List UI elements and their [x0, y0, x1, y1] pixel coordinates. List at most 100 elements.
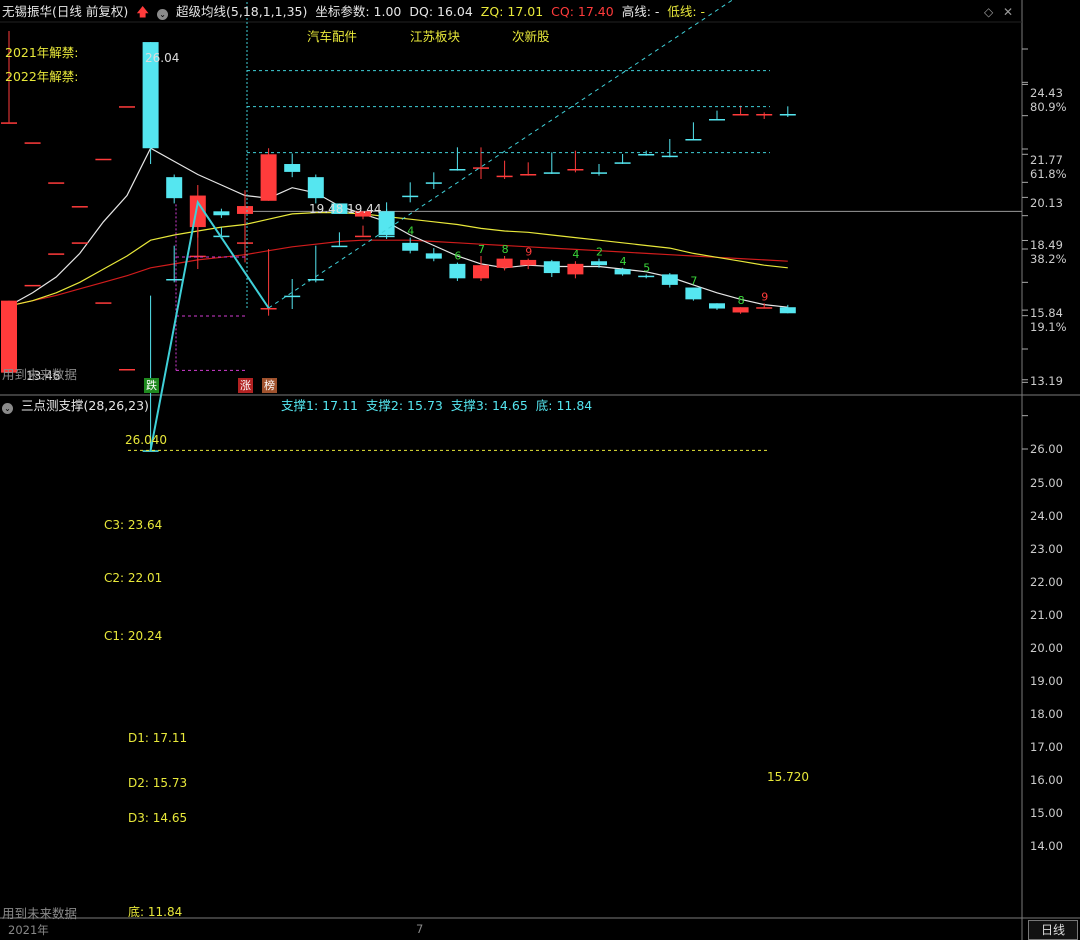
- sub-candle: [496, 175, 513, 178]
- sub-axis-label: 23.00: [1030, 542, 1063, 556]
- future-data-warning: 用到未来数据: [2, 367, 78, 382]
- sub-axis-label: 18.00: [1030, 707, 1063, 721]
- d2-label: D2: 15.73: [128, 776, 188, 790]
- tag-rise[interactable]: 涨: [238, 378, 253, 393]
- main-header: 无锡振华(日线 前复权) 🡅 ⌄ 超级均线(5,18,1,1,35) 坐标参数:…: [2, 1, 709, 23]
- main-candle: [95, 158, 112, 161]
- top-level-label: 26.040: [125, 433, 167, 447]
- sub-indicator-name[interactable]: 三点测支撑(28,26,23): [21, 398, 149, 413]
- sub-candle: [756, 114, 773, 116]
- main-candle: [402, 242, 419, 251]
- main-candle: [685, 287, 702, 300]
- main-candle: [425, 253, 442, 259]
- high-price-label: 26.04: [145, 51, 180, 65]
- axis-label: 18.49: [1030, 238, 1063, 252]
- sub-candle: [95, 302, 112, 304]
- axis-label: 13.19: [1030, 374, 1063, 388]
- sub-candle: [189, 255, 206, 258]
- daily-tab[interactable]: 日线: [1028, 920, 1078, 940]
- coord-param: 坐标参数: 1.00: [315, 4, 402, 19]
- last-price-label: 15.720: [767, 770, 809, 784]
- sub-candle: [614, 162, 631, 164]
- close-icon[interactable]: ✕: [1003, 5, 1013, 19]
- sub-candle: [119, 369, 135, 371]
- main-candle: [449, 263, 466, 279]
- sub-candle: [260, 308, 277, 310]
- sub-axis-label: 14.00: [1030, 839, 1063, 853]
- sector-new-stock[interactable]: 次新股: [512, 26, 550, 45]
- sub-candle: [732, 114, 749, 116]
- sub-candle: [71, 242, 88, 244]
- sub-candle: [331, 245, 348, 248]
- axis-label: 61.8%: [1030, 167, 1067, 181]
- main-candle: [71, 206, 88, 208]
- dq-value: DQ: 16.04: [409, 4, 473, 19]
- tag-rank[interactable]: 榜: [262, 378, 277, 393]
- axis-label: 15.84: [1030, 306, 1063, 320]
- count-number: 4: [620, 255, 627, 268]
- sub-axis-label: 22.00: [1030, 575, 1063, 589]
- chart-canvas[interactable]: 4 6 7 8 9 4 2 4 5 7 8 9: [0, 0, 1080, 940]
- sub-candle: [237, 242, 253, 244]
- cq-value: CQ: 17.40: [551, 4, 614, 19]
- diamond-icon[interactable]: ◇: [984, 5, 993, 19]
- main-candle: [166, 177, 183, 199]
- sub-indicator-menu-icon[interactable]: ⌄: [2, 403, 13, 414]
- sub-candle: [142, 450, 159, 452]
- sector-jiangsu[interactable]: 江苏板块: [410, 26, 460, 45]
- main-candle: [567, 263, 584, 275]
- low-line: 低线: -: [667, 4, 706, 19]
- sub-candle: [709, 119, 725, 121]
- c3-label: C3: 23.64: [104, 518, 163, 532]
- count-number: 7: [690, 275, 697, 288]
- axis-label: 21.77: [1030, 153, 1063, 167]
- count-number: 9: [761, 290, 768, 303]
- trend-line: [268, 0, 734, 309]
- sub-candle: [48, 182, 65, 184]
- sub-axis-label: 15.00: [1030, 806, 1063, 820]
- sub-candle: [24, 142, 41, 144]
- sub-axis-label: 16.00: [1030, 773, 1063, 787]
- year-label: 2021年: [8, 923, 49, 937]
- sub-candle: [1, 122, 17, 124]
- main-candle: [614, 269, 631, 275]
- count-number: 9: [525, 246, 532, 259]
- sub-candle: [402, 195, 419, 198]
- main-candle: [307, 177, 324, 199]
- support2-value: 支撑2: 15.73: [365, 398, 443, 413]
- support3-value: 支撑3: 14.65: [450, 398, 528, 413]
- indicator-menu-icon[interactable]: ⌄: [157, 9, 169, 20]
- ma-indicator-name[interactable]: 超级均线(5,18,1,1,35): [176, 4, 307, 19]
- zigzag-line: [149, 199, 270, 451]
- sub-candle: [378, 235, 395, 238]
- count-number: 5: [643, 261, 650, 274]
- support-values: 支撑1: 17.11 支撑2: 15.73 支撑3: 14.65 底: 11.8…: [281, 395, 596, 417]
- count-number: 6: [454, 250, 461, 263]
- stock-name[interactable]: 无锡振华(日线 前复权): [2, 4, 128, 19]
- main-candle: [756, 307, 773, 309]
- sub-axis-label: 17.00: [1030, 740, 1063, 754]
- sub-axis-label: 21.00: [1030, 608, 1063, 622]
- sector-auto-parts[interactable]: 汽车配件: [307, 26, 357, 45]
- axis-label: 38.2%: [1030, 252, 1067, 266]
- main-candle: [638, 275, 655, 278]
- main-candle: [661, 274, 678, 285]
- main-candle: [732, 307, 749, 313]
- main-candle: [496, 258, 513, 268]
- sub-candle: [567, 169, 584, 171]
- sub-axis-label: 25.00: [1030, 476, 1063, 490]
- sub-candle: [473, 167, 489, 169]
- tag-fall[interactable]: 跌: [144, 378, 159, 393]
- main-candle: [1, 300, 17, 373]
- sub-candle: [685, 139, 702, 141]
- main-candle: [473, 265, 489, 279]
- month-label: 7: [416, 922, 424, 936]
- count-number: 8: [502, 243, 509, 256]
- main-candle: [543, 261, 560, 274]
- main-candle: [284, 164, 301, 172]
- sub-axis-label: 24.00: [1030, 509, 1063, 523]
- sub-candle: [166, 279, 183, 281]
- sub-candle: [284, 295, 301, 298]
- sub-header: ⌄ 三点测支撑(28,26,23): [2, 395, 153, 417]
- ma-slow-line: [8, 239, 788, 307]
